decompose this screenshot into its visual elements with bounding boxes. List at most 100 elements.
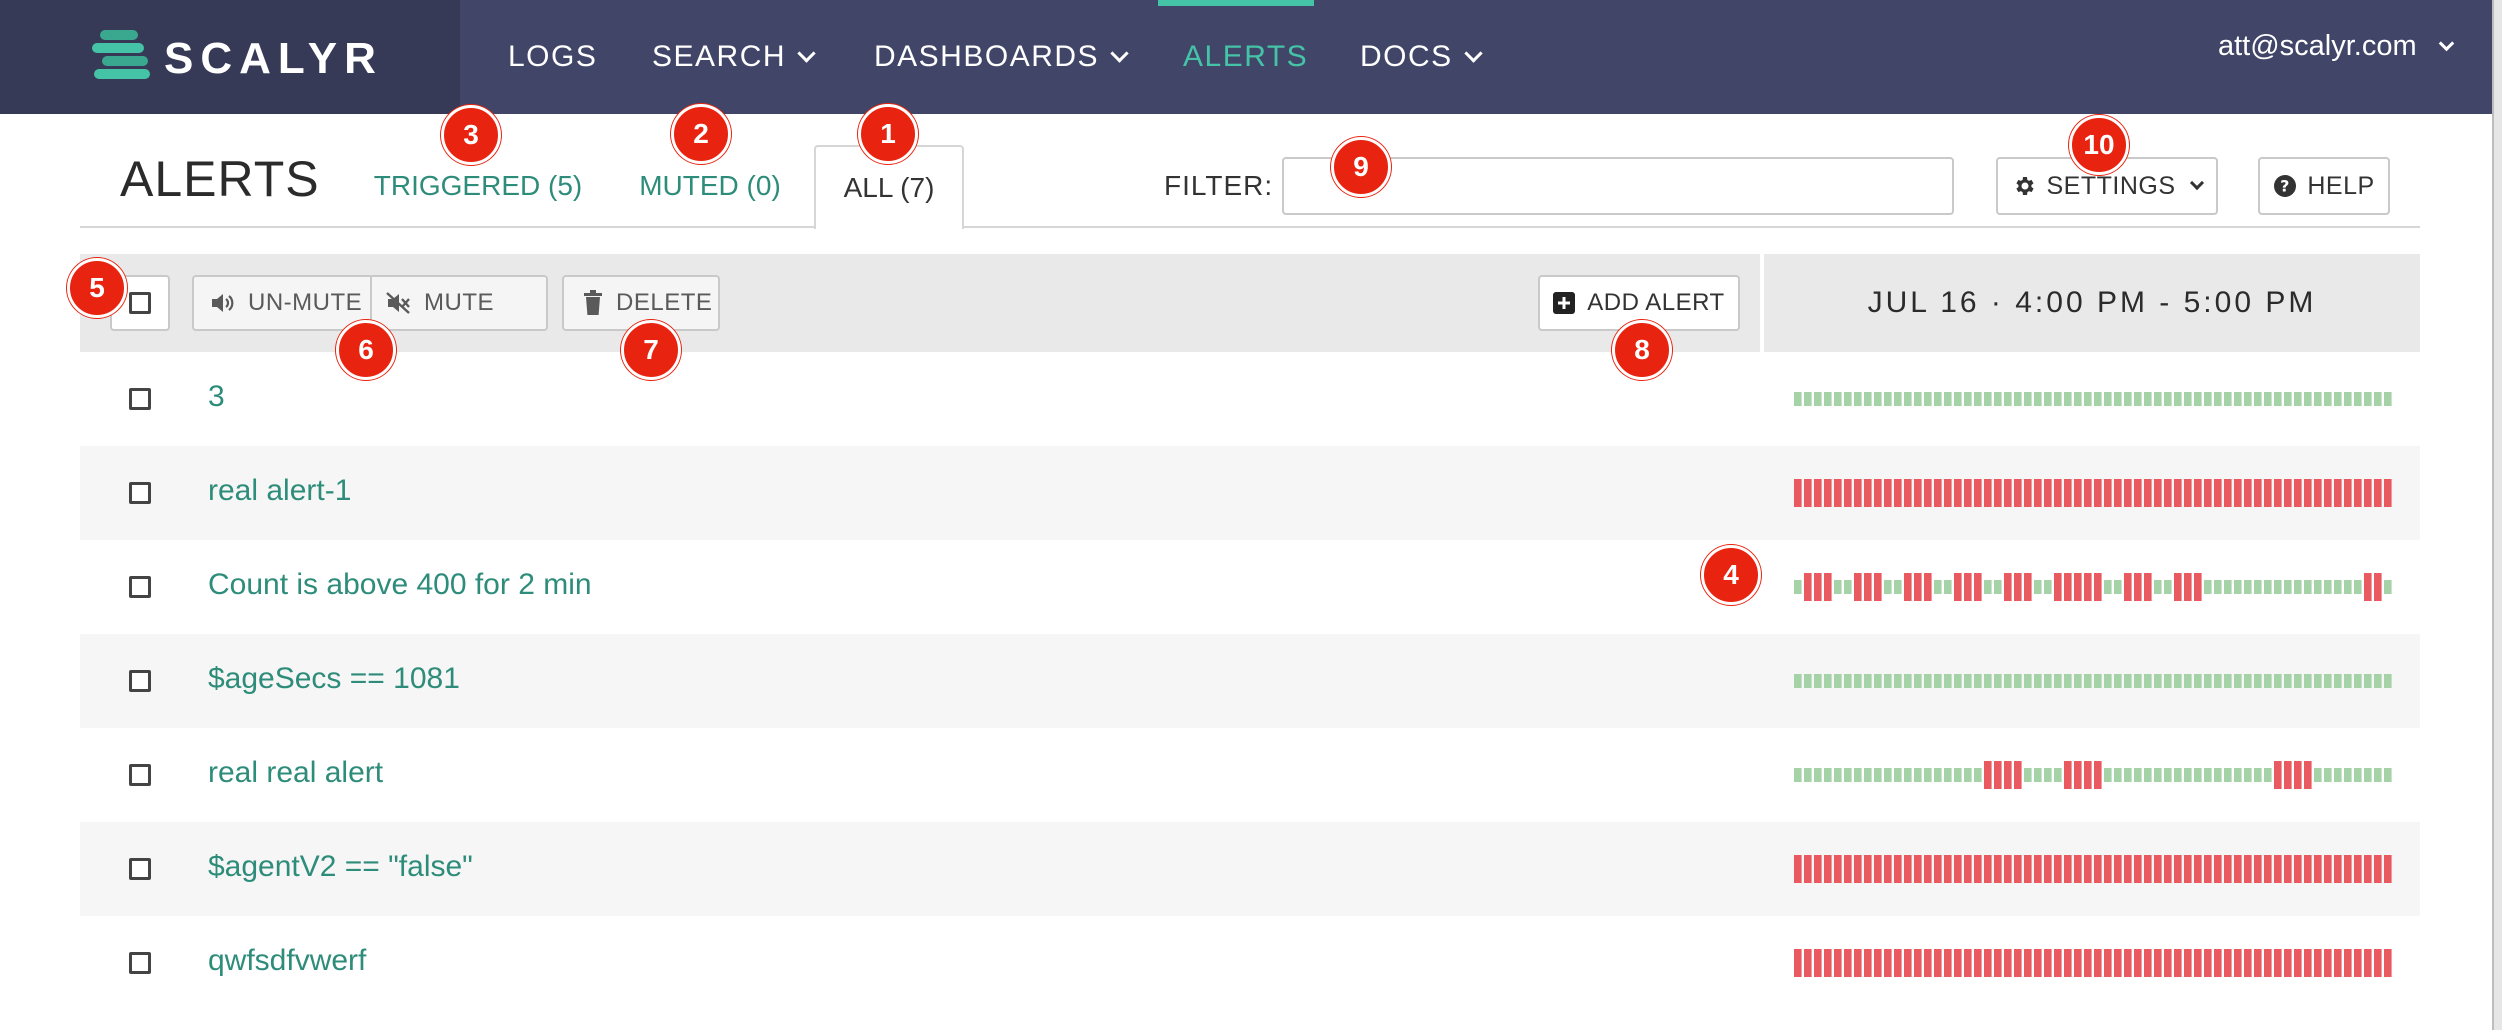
- table-row: 3: [80, 352, 2420, 446]
- alert-name-link[interactable]: $agentV2 == "false": [208, 850, 473, 884]
- timeline-ok-bar: [2234, 392, 2242, 406]
- timeline-ok-bar: [1934, 768, 1942, 782]
- tabs-divider: [80, 226, 2420, 228]
- nav-dashboards[interactable]: DASHBOARDS: [874, 0, 1129, 114]
- timeline-triggered-bar: [1974, 573, 1982, 601]
- timeline-triggered-bar: [1864, 949, 1872, 977]
- timeline-ok-bar: [1954, 768, 1962, 782]
- timeline-ok-bar: [2244, 392, 2252, 406]
- alert-name-link[interactable]: real real alert: [208, 756, 383, 790]
- timeline-ok-bar: [1944, 674, 1952, 688]
- row-checkbox[interactable]: [129, 482, 151, 504]
- alert-name-link[interactable]: Count is above 400 for 2 min: [208, 568, 592, 602]
- timeline-triggered-bar: [2174, 855, 2182, 883]
- row-checkbox[interactable]: [129, 388, 151, 410]
- timeline-ok-bar: [2194, 392, 2202, 406]
- timeline-triggered-bar: [2274, 855, 2282, 883]
- timeline-ok-bar: [2044, 392, 2052, 406]
- timeline-triggered-bar: [2024, 855, 2032, 883]
- user-menu[interactable]: att@scalyr.com: [2218, 30, 2454, 63]
- trash-icon: [584, 290, 602, 315]
- nav-alerts[interactable]: ALERTS: [1183, 0, 1308, 114]
- brand[interactable]: SCALYR: [0, 0, 460, 114]
- top-navbar: SCALYR LOGS SEARCH DASHBOARDS ALERTS DOC…: [0, 0, 2492, 114]
- timeline-triggered-bar: [1914, 573, 1922, 601]
- timeline-ok-bar: [2184, 674, 2192, 688]
- timeline-ok-bar: [1994, 674, 2002, 688]
- timeline-triggered-bar: [2024, 479, 2032, 507]
- timeline-ok-bar: [2144, 392, 2152, 406]
- timeline-triggered-bar: [1924, 855, 1932, 883]
- brand-name: SCALYR: [164, 34, 383, 83]
- timeline-triggered-bar: [2324, 949, 2332, 977]
- timeline-triggered-bar: [1974, 479, 1982, 507]
- timeline-ok-bar: [1924, 674, 1932, 688]
- timeline-triggered-bar: [2174, 479, 2182, 507]
- timeline-ok-bar: [2194, 768, 2202, 782]
- alert-name-link[interactable]: real alert-1: [208, 474, 351, 508]
- mute-button[interactable]: MUTE: [370, 275, 548, 331]
- timeline-triggered-bar: [1994, 761, 2002, 789]
- timeline-triggered-bar: [2154, 855, 2162, 883]
- timeline-triggered-bar: [2234, 855, 2242, 883]
- timeline-triggered-bar: [1944, 479, 1952, 507]
- timeline-triggered-bar: [2194, 855, 2202, 883]
- timeline-ok-bar: [2274, 392, 2282, 406]
- timeline-ok-bar: [1844, 392, 1852, 406]
- timeline-ok-bar: [2384, 580, 2392, 594]
- timeline-ok-bar: [2164, 768, 2172, 782]
- timeline-triggered-bar: [2004, 573, 2012, 601]
- timeline-triggered-bar: [1854, 855, 1862, 883]
- row-checkbox[interactable]: [129, 952, 151, 974]
- timeline-triggered-bar: [2334, 855, 2342, 883]
- timeline-ok-bar: [1954, 674, 1962, 688]
- timeline-triggered-bar: [1994, 855, 2002, 883]
- alert-name-link[interactable]: qwfsdfvwerf: [208, 944, 366, 978]
- row-checkbox[interactable]: [129, 670, 151, 692]
- timeline-triggered-bar: [1924, 573, 1932, 601]
- nav-search[interactable]: SEARCH: [652, 0, 816, 114]
- timeline-ok-bar: [1834, 674, 1842, 688]
- timeline-triggered-bar: [2254, 479, 2262, 507]
- timeline-ok-bar: [1794, 768, 1802, 782]
- alert-timeline: [1794, 479, 2392, 507]
- timeline-triggered-bar: [1904, 573, 1912, 601]
- chevron-down-icon: [1463, 43, 1483, 63]
- timeline-triggered-bar: [1944, 855, 1952, 883]
- timeline-ok-bar: [2104, 580, 2112, 594]
- row-checkbox[interactable]: [129, 764, 151, 786]
- timeline-ok-bar: [2014, 674, 2022, 688]
- timeline-triggered-bar: [2214, 479, 2222, 507]
- timeline-triggered-bar: [1824, 573, 1832, 601]
- annotation-marker: 10: [2069, 115, 2129, 175]
- nav-docs[interactable]: DOCS: [1360, 0, 1483, 114]
- timeline-triggered-bar: [2254, 949, 2262, 977]
- timeline-ok-bar: [2324, 674, 2332, 688]
- timeline-ok-bar: [2104, 674, 2112, 688]
- alert-name-link[interactable]: $ageSecs == 1081: [208, 662, 460, 696]
- timeline-ok-bar: [1974, 768, 1982, 782]
- timeline-triggered-bar: [2084, 855, 2092, 883]
- timeline-triggered-bar: [1804, 855, 1812, 883]
- help-button[interactable]: ? HELP: [2258, 157, 2390, 215]
- timeline-triggered-bar: [2124, 949, 2132, 977]
- timeline-ok-bar: [2054, 674, 2062, 688]
- timeline-triggered-bar: [1844, 855, 1852, 883]
- row-checkbox[interactable]: [129, 576, 151, 598]
- timeline-ok-bar: [2264, 580, 2272, 594]
- timeline-triggered-bar: [1894, 949, 1902, 977]
- timeline-ok-bar: [1944, 580, 1952, 594]
- annotation-marker: 9: [1331, 137, 1391, 197]
- row-checkbox[interactable]: [129, 858, 151, 880]
- table-row: real alert-1: [80, 446, 2420, 540]
- nav-logs[interactable]: LOGS: [508, 0, 597, 114]
- timeline-triggered-bar: [1814, 855, 1822, 883]
- timeline-ok-bar: [1854, 674, 1862, 688]
- annotation-marker: 1: [858, 104, 918, 164]
- timeline-ok-bar: [1844, 768, 1852, 782]
- unmute-button[interactable]: UN-MUTE: [192, 275, 372, 331]
- scalyr-logo-icon: [92, 30, 152, 86]
- timeline-triggered-bar: [2214, 855, 2222, 883]
- alert-name-link[interactable]: 3: [208, 380, 225, 414]
- timeline-ok-bar: [2224, 392, 2232, 406]
